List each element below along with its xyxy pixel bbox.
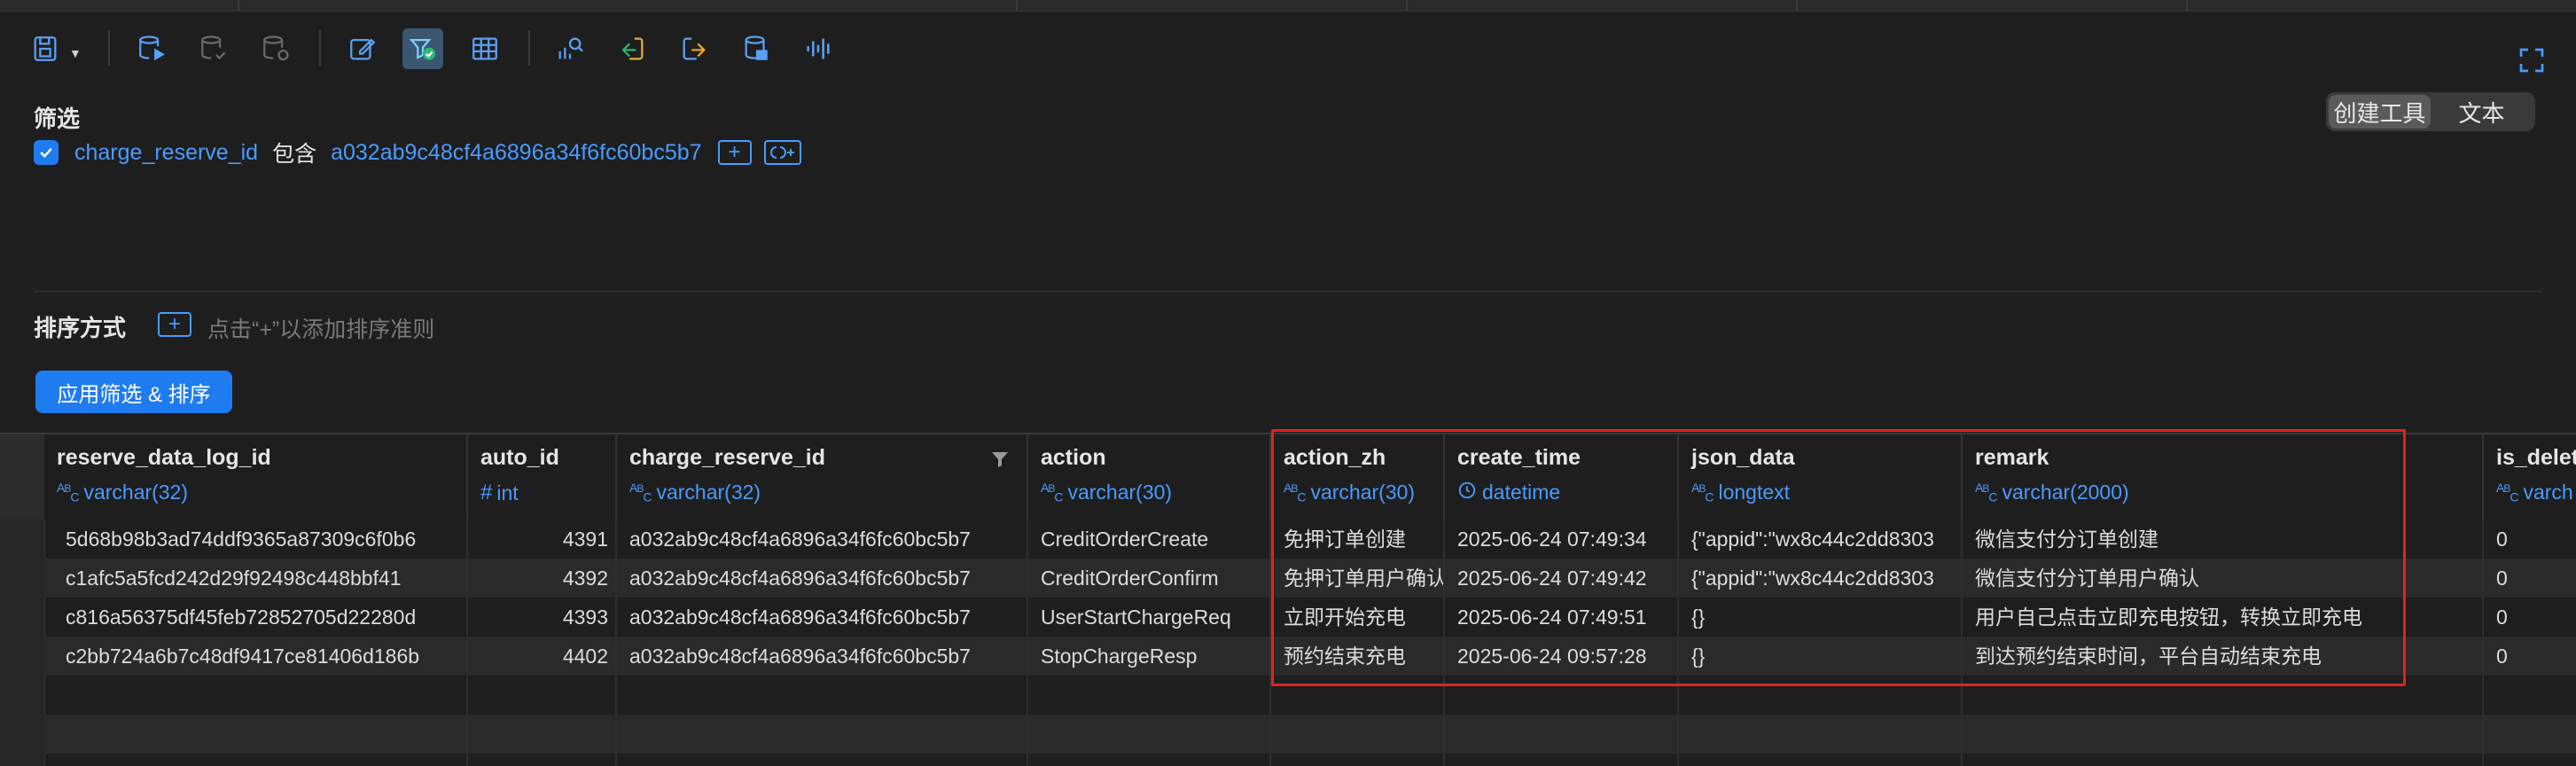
tab-strip (0, 0, 2576, 12)
cell-reserve-data-log-id[interactable]: c1afc5a5fcd242d29f92498c448bbf41 (44, 559, 468, 598)
highlight-box (1271, 429, 2406, 686)
text-type-icon: ABC (1041, 481, 1063, 504)
gutter-header (0, 434, 44, 520)
column-type-label: varch (2523, 481, 2573, 504)
column-type-label: varchar(32) (656, 481, 761, 504)
column-type: ABC varchar(30) (1041, 481, 1172, 504)
export-icon[interactable] (674, 28, 714, 69)
tab-separator (2186, 0, 2188, 11)
number-type-icon: # (480, 481, 492, 504)
cell-action[interactable]: CreditOrderCreate (1028, 520, 1271, 559)
cell-charge-reserve-id[interactable]: a032ab9c48cf4a6896a34f6fc60bc5b7 (617, 598, 1028, 637)
add-filter-group-button[interactable] (763, 140, 801, 165)
tab-separator (1406, 0, 1408, 11)
column-type: ABC varchar(32) (57, 481, 188, 504)
column-name: charge_reserve_id (629, 445, 825, 470)
filter-field[interactable]: charge_reserve_id (74, 140, 258, 166)
tab-separator (238, 0, 239, 11)
cell-charge-reserve-id[interactable]: a032ab9c48cf4a6896a34f6fc60bc5b7 (617, 559, 1028, 598)
column-type-label: varchar(32) (83, 481, 189, 504)
database-stats-icon[interactable] (736, 28, 777, 69)
waveform-icon[interactable] (798, 28, 839, 69)
chevron-down-icon[interactable]: ▼ (69, 46, 82, 60)
cell-auto-id[interactable]: 4402 (468, 637, 617, 676)
tab-separator (1796, 0, 1798, 11)
filter-enabled-checkbox[interactable] (34, 140, 59, 165)
toolbar: ▼ (0, 12, 2576, 83)
column-type-label: int (496, 481, 519, 504)
cell-is-delet[interactable]: 0 (2484, 520, 2576, 559)
cell-charge-reserve-id[interactable]: a032ab9c48cf4a6896a34f6fc60bc5b7 (617, 520, 1028, 559)
column-divider (466, 520, 468, 766)
toolbar-separator (319, 30, 321, 66)
column-filter-icon[interactable] (989, 449, 1011, 474)
column-divider (2482, 520, 2484, 766)
filter-icon[interactable] (402, 28, 443, 69)
table-row[interactable] (44, 715, 2576, 754)
save-icon[interactable] (25, 28, 66, 69)
grid-icon[interactable] (464, 28, 505, 69)
filter-rule-row: charge_reserve_id 包含 a032ab9c48cf4a6896a… (34, 135, 801, 170)
sort-hint: 点击“+”以添加排序准则 (207, 317, 435, 342)
cell-auto-id[interactable]: 4393 (468, 598, 617, 637)
cell-action[interactable]: StopChargeResp (1028, 637, 1271, 676)
filter-panel: 筛选 创建工具 文本 charge_reserve_id 包含 a032ab9c… (0, 85, 2576, 433)
cell-auto-id[interactable]: 4391 (468, 520, 617, 559)
column-header-action[interactable]: action ABC varchar(30) (1028, 434, 1271, 520)
add-group-icon (769, 146, 794, 159)
tab-separator (1016, 0, 1018, 11)
filter-value[interactable]: a032ab9c48cf4a6896a34f6fc60bc5b7 (331, 140, 701, 166)
column-type-label: varchar(30) (1067, 481, 1173, 504)
cell-auto-id[interactable]: 4392 (468, 559, 617, 598)
column-name: is_delet (2496, 445, 2576, 470)
plus-icon: + (168, 312, 181, 336)
column-divider (615, 520, 617, 766)
run-database-icon[interactable] (131, 28, 172, 69)
add-filter-button[interactable]: + (717, 140, 752, 165)
fullscreen-icon[interactable] (2517, 46, 2546, 79)
cell-reserve-data-log-id[interactable]: 5d68b98b3ad74ddf9365a87309c6f0b6 (44, 520, 468, 559)
cell-is-delet[interactable]: 0 (2484, 598, 2576, 637)
column-name: auto_id (480, 445, 559, 470)
tab-text[interactable]: 文本 (2431, 95, 2533, 129)
cell-action[interactable]: UserStartChargeReq (1028, 598, 1271, 637)
column-type: # int (480, 481, 519, 505)
panel-divider (34, 291, 2542, 292)
column-type: ABC varchar(32) (629, 481, 761, 504)
column-header-is-delet[interactable]: is_delet ABC varch (2484, 434, 2576, 520)
column-header-charge-reserve-id[interactable]: charge_reserve_id ABC varchar(32) (617, 434, 1028, 520)
cell-reserve-data-log-id[interactable]: c816a56375df45feb72852705d22280d (44, 598, 468, 637)
text-type-icon: ABC (57, 481, 79, 504)
toolbar-separator (108, 30, 110, 66)
row-gutter (0, 434, 45, 766)
add-sort-button[interactable]: + (158, 312, 191, 337)
cell-is-delet[interactable]: 0 (2484, 559, 2576, 598)
toolbar-separator (528, 30, 530, 66)
cell-reserve-data-log-id[interactable]: c2bb724a6b7c48df9417ce81406d186b (44, 637, 468, 676)
column-header-reserve-data-log-id[interactable]: reserve_data_log_id ABC varchar(32) (44, 434, 468, 520)
cell-action[interactable]: CreditOrderConfirm (1028, 559, 1271, 598)
cell-is-delet[interactable]: 0 (2484, 637, 2576, 676)
chart-search-icon[interactable] (550, 28, 590, 69)
plus-icon: + (728, 140, 741, 164)
column-divider (1026, 520, 1028, 766)
apply-filter-sort-button[interactable]: 应用筛选 & 排序 (35, 371, 232, 413)
import-icon[interactable] (612, 28, 652, 69)
filter-operator[interactable]: 包含 (272, 137, 316, 168)
text-type-icon: ABC (2496, 481, 2518, 504)
column-name: action (1041, 445, 1106, 470)
database-refresh-icon[interactable] (255, 28, 296, 69)
column-name: reserve_data_log_id (57, 445, 271, 470)
filter-title: 筛选 (34, 106, 81, 132)
tab-create-tool[interactable]: 创建工具 (2329, 95, 2431, 129)
text-type-icon: ABC (629, 481, 652, 504)
cell-charge-reserve-id[interactable]: a032ab9c48cf4a6896a34f6fc60bc5b7 (617, 637, 1028, 676)
column-header-auto-id[interactable]: auto_id # int (468, 434, 617, 520)
sort-title: 排序方式 (34, 315, 127, 341)
mode-segmented-control: 创建工具 文本 (2326, 92, 2535, 131)
database-check-icon[interactable] (193, 28, 234, 69)
edit-icon[interactable] (342, 28, 383, 69)
column-type: ABC varch (2496, 481, 2573, 504)
